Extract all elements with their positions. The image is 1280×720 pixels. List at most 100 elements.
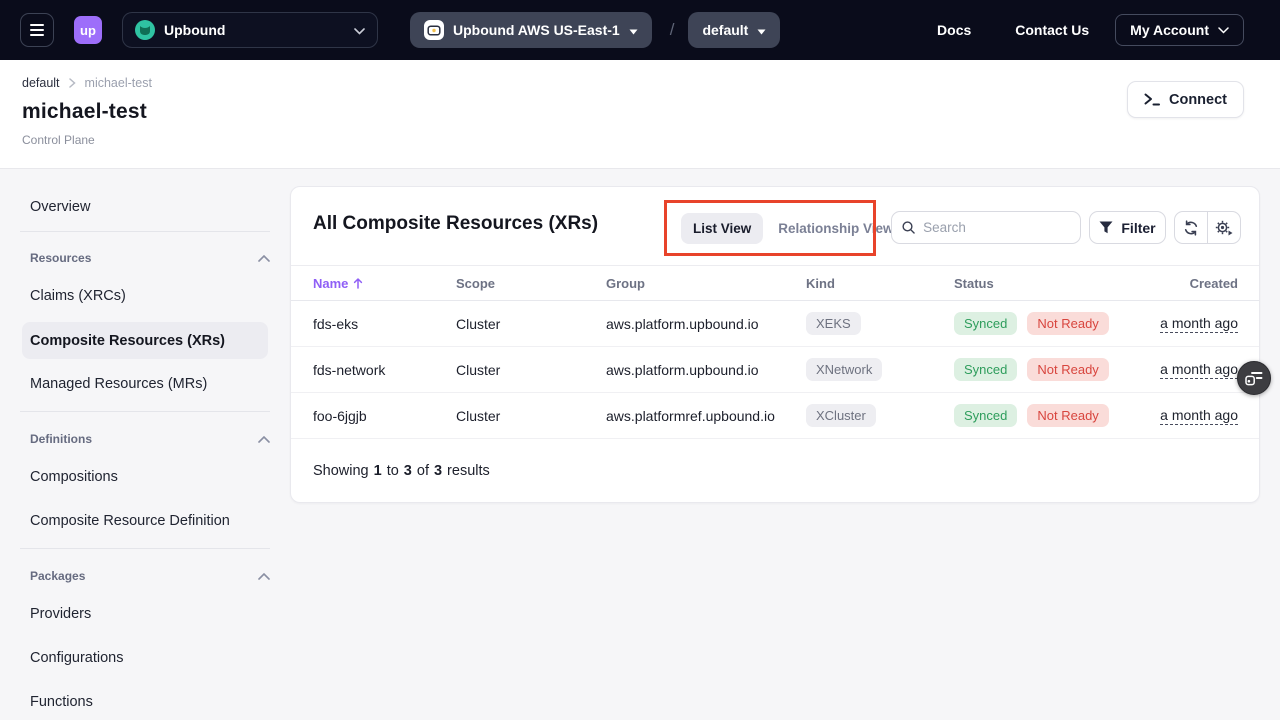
- kind-badge: XCluster: [806, 404, 876, 427]
- connect-button[interactable]: Connect: [1127, 81, 1244, 118]
- control-plane-selector[interactable]: Upbound AWS US-East-1: [410, 12, 652, 48]
- page-title: michael-test: [22, 100, 147, 124]
- chevron-up-icon: [258, 436, 270, 443]
- page-subtitle: Control Plane: [22, 133, 95, 147]
- organization-selector-label: Upbound: [164, 22, 225, 38]
- connect-label: Connect: [1169, 92, 1227, 108]
- sidebar-item-composite-resources[interactable]: Composite Resources (XRs): [22, 322, 268, 359]
- my-account-label: My Account: [1130, 22, 1209, 38]
- created-tooltip-link[interactable]: a month ago: [1160, 315, 1238, 333]
- kind-badge: XNetwork: [806, 358, 882, 381]
- control-plane-icon: [424, 20, 444, 40]
- cell-scope: Cluster: [456, 408, 606, 424]
- sidebar-item-configurations[interactable]: Configurations: [30, 646, 290, 670]
- divider: [20, 231, 270, 232]
- divider: [20, 548, 270, 549]
- group-selector-label: default: [702, 22, 748, 38]
- page-header: default michael-test michael-test Contro…: [0, 60, 1280, 169]
- column-header-name[interactable]: Name: [313, 276, 456, 291]
- view-toggle: List View Relationship View: [681, 213, 906, 244]
- sidebar-item-functions[interactable]: Functions: [30, 690, 290, 714]
- list-view-tab[interactable]: List View: [681, 213, 763, 244]
- hamburger-icon: [30, 24, 44, 26]
- synced-badge: Synced: [954, 358, 1017, 381]
- table-row[interactable]: foo-6jgjb Cluster aws.platformref.upboun…: [291, 393, 1259, 439]
- table-actions: [1174, 211, 1241, 244]
- synced-badge: Synced: [954, 312, 1017, 335]
- sidebar-item-managed-resources[interactable]: Managed Resources (MRs): [30, 372, 290, 396]
- created-tooltip-link[interactable]: a month ago: [1160, 407, 1238, 425]
- column-header-status[interactable]: Status: [954, 276, 1154, 291]
- chevron-down-icon: [1218, 27, 1229, 34]
- navbar-right: Docs Contact Us My Account: [893, 14, 1244, 46]
- column-header-created[interactable]: Created: [1154, 276, 1238, 291]
- search-icon: [902, 220, 915, 235]
- sidebar-section-definitions[interactable]: Definitions: [30, 429, 270, 449]
- floating-widget-button[interactable]: [1237, 361, 1271, 395]
- gear-play-icon: [1215, 220, 1233, 236]
- table-row[interactable]: fds-eks Cluster aws.platform.upbound.io …: [291, 301, 1259, 347]
- refresh-icon: [1183, 220, 1199, 236]
- sidebar-item-compositions[interactable]: Compositions: [30, 465, 290, 489]
- column-header-kind[interactable]: Kind: [806, 276, 954, 291]
- sidebar-item-providers[interactable]: Providers: [30, 602, 290, 626]
- composite-resources-panel: All Composite Resources (XRs) List View …: [290, 186, 1260, 503]
- chevron-up-icon: [258, 573, 270, 580]
- cell-created: a month ago: [1154, 315, 1238, 333]
- divider: [20, 411, 270, 412]
- table-row[interactable]: fds-network Cluster aws.platform.upbound…: [291, 347, 1259, 393]
- cell-name: fds-eks: [313, 316, 456, 332]
- top-navbar: up Upbound Upbound AWS US-East-1 / defau…: [0, 0, 1280, 60]
- cell-group: aws.platform.upbound.io: [606, 316, 806, 332]
- organization-selector[interactable]: Upbound: [122, 12, 378, 48]
- auto-refresh-settings-button[interactable]: [1207, 212, 1240, 243]
- cell-group: aws.platform.upbound.io: [606, 362, 806, 378]
- docs-link[interactable]: Docs: [937, 22, 971, 38]
- not-ready-badge: Not Ready: [1027, 358, 1108, 381]
- sidebar-item-overview[interactable]: Overview: [30, 195, 290, 219]
- group-selector[interactable]: default: [688, 12, 780, 48]
- cell-name: foo-6jgjb: [313, 408, 456, 424]
- organization-avatar-icon: [135, 20, 155, 40]
- created-tooltip-link[interactable]: a month ago: [1160, 361, 1238, 379]
- sidebar-item-xrd[interactable]: Composite Resource Definition: [30, 509, 290, 533]
- cell-kind: XCluster: [806, 404, 954, 427]
- chevron-right-icon: [69, 78, 76, 88]
- cell-status: Synced Not Ready: [954, 404, 1154, 427]
- cell-scope: Cluster: [456, 316, 606, 332]
- cell-created: a month ago: [1154, 407, 1238, 425]
- breadcrumb: default michael-test: [22, 76, 152, 90]
- terminal-icon: [1144, 93, 1160, 106]
- sidebar-section-resources[interactable]: Resources: [30, 248, 270, 268]
- sort-ascending-icon: [353, 277, 363, 289]
- not-ready-badge: Not Ready: [1027, 404, 1108, 427]
- relationship-view-tab[interactable]: Relationship View: [766, 213, 905, 244]
- results-from: 1: [374, 463, 382, 479]
- breadcrumb-root[interactable]: default: [22, 76, 60, 90]
- sidebar-section-packages[interactable]: Packages: [30, 566, 270, 586]
- chevron-up-icon: [258, 255, 270, 262]
- search-box: [891, 211, 1081, 244]
- kind-badge: XEKS: [806, 312, 861, 335]
- path-separator: /: [670, 20, 675, 40]
- not-ready-badge: Not Ready: [1027, 312, 1108, 335]
- upbound-logo[interactable]: up: [74, 16, 102, 44]
- refresh-button[interactable]: [1175, 212, 1207, 243]
- caret-down-icon: [757, 22, 766, 38]
- cell-status: Synced Not Ready: [954, 358, 1154, 381]
- cell-created: a month ago: [1154, 361, 1238, 379]
- sidebar: Overview Resources Claims (XRCs) Composi…: [0, 169, 290, 714]
- column-header-scope[interactable]: Scope: [456, 276, 606, 291]
- results-summary: Showing 1 to 3 of 3 results: [291, 439, 1259, 502]
- column-header-group[interactable]: Group: [606, 276, 806, 291]
- caret-down-icon: [629, 22, 638, 38]
- sidebar-item-claims[interactable]: Claims (XRCs): [30, 284, 290, 308]
- hamburger-menu-button[interactable]: [20, 13, 54, 47]
- search-input[interactable]: [923, 220, 1070, 235]
- contact-us-link[interactable]: Contact Us: [1015, 22, 1089, 38]
- results-to: 3: [404, 463, 412, 479]
- cell-kind: XNetwork: [806, 358, 954, 381]
- my-account-button[interactable]: My Account: [1115, 14, 1244, 46]
- cell-group: aws.platformref.upbound.io: [606, 408, 806, 424]
- filter-button[interactable]: Filter: [1089, 211, 1166, 244]
